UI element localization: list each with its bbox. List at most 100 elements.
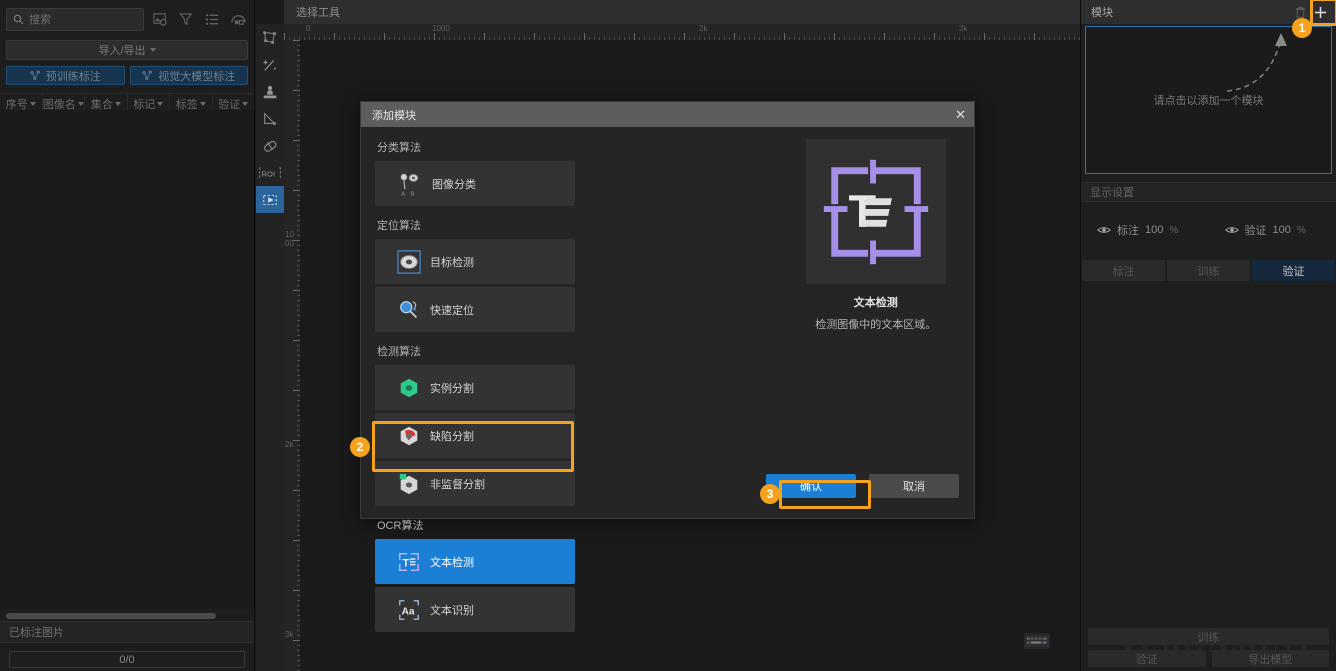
card-label: 缺陷分割 xyxy=(430,430,474,443)
bottom-actions: 训练 验证 导出模型 xyxy=(1081,628,1336,667)
add-module-button[interactable] xyxy=(1310,2,1330,22)
module-panel-title: 模块 xyxy=(1091,7,1113,19)
step-badge-1: 1 xyxy=(1292,18,1312,38)
chevron-down-icon xyxy=(242,102,249,106)
labeled-count-value: 0/0 xyxy=(119,653,135,666)
tab-annotate[interactable]: 标注 xyxy=(1082,260,1165,281)
node-graph-icon xyxy=(30,70,40,80)
fast-locate-card[interactable]: 快速定位 xyxy=(375,287,575,332)
module-empty-box[interactable]: 请点击以添加一个模块 xyxy=(1085,26,1332,174)
object-detection-icon xyxy=(397,249,421,274)
verify-opacity-unit: % xyxy=(1296,224,1306,236)
node-graph-icon xyxy=(142,70,153,80)
tab-train[interactable]: 训练 xyxy=(1167,260,1250,281)
annotation-buttons-row: 预训练标注 视觉大模型标注 xyxy=(0,60,254,85)
gallery-icon[interactable] xyxy=(228,9,248,29)
group-label-detection: 检测算法 xyxy=(377,346,421,358)
preview-description: 检测图像中的文本区域。 xyxy=(815,319,937,331)
search-input[interactable]: 搜索 xyxy=(6,7,144,31)
train-label: 训练 xyxy=(1197,631,1220,644)
search-icon xyxy=(13,14,24,24)
image-settings-icon[interactable] xyxy=(150,9,170,29)
ruler-label: 2k xyxy=(699,24,708,33)
chevron-down-icon xyxy=(114,102,121,106)
keyboard-icon[interactable] xyxy=(1024,633,1050,649)
unsupervised-segmentation-card[interactable]: 非监督分割 xyxy=(375,461,575,506)
display-settings-label: 显示设置 xyxy=(1090,187,1134,199)
image-list-panel: 搜索 导入/导出 预训练标注 视觉大模型标注 序号 图像名 集合 标记 标签 验… xyxy=(0,0,255,671)
tab-label: 训练 xyxy=(1197,265,1220,278)
import-export-dropdown[interactable]: 导入/导出 xyxy=(6,40,248,60)
close-icon[interactable]: ✕ xyxy=(955,107,966,123)
svg-text:ROI: ROI xyxy=(262,169,276,178)
group-label-classification: 分类算法 xyxy=(377,142,421,154)
tab-verify[interactable]: 验证 xyxy=(1252,260,1335,281)
list-icon[interactable] xyxy=(202,9,222,29)
step-badge-3: 3 xyxy=(760,484,780,504)
ruler-label: 1000 xyxy=(285,230,294,248)
curved-arrow-annotation xyxy=(1226,33,1287,92)
verify-opacity-value: 100 xyxy=(1272,224,1291,236)
labeled-count: 0/0 xyxy=(9,651,245,668)
drawing-toolbar: ROI xyxy=(256,24,284,671)
instance-segmentation-card[interactable]: 实例分割 xyxy=(375,365,575,410)
defect-segmentation-card[interactable]: 缺陷分割 xyxy=(375,413,575,458)
horizontal-scrollbar[interactable] xyxy=(6,613,248,619)
image-list-area[interactable] xyxy=(0,110,254,609)
annotate-opacity[interactable]: 标注 100 % xyxy=(1081,222,1209,238)
import-export-label: 导入/导出 xyxy=(98,45,146,57)
group-label-localization: 定位算法 xyxy=(377,220,421,232)
search-placeholder: 搜索 xyxy=(29,14,51,26)
magic-wand-tool[interactable] xyxy=(256,51,284,78)
annotate-opacity-unit: % xyxy=(1169,224,1179,236)
card-label: 非监督分割 xyxy=(430,478,485,491)
vlm-annotate-button[interactable]: 视觉大模型标注 xyxy=(129,66,248,85)
image-classification-card[interactable]: A B 图像分类 xyxy=(375,161,575,206)
text-recognition-card[interactable]: Aa 文本识别 xyxy=(375,587,575,632)
canvas-title-label: 选择工具 xyxy=(296,7,340,19)
labeled-images-label: 已标注图片 xyxy=(9,627,64,639)
unsupervised-segmentation-icon xyxy=(399,473,418,494)
export-model-button[interactable]: 导出模型 xyxy=(1211,650,1329,667)
stamp-tool[interactable] xyxy=(256,78,284,105)
scrollbar-thumb[interactable] xyxy=(6,613,216,619)
instance-segmentation-icon xyxy=(400,378,418,397)
roi-tool[interactable]: ROI xyxy=(256,159,284,186)
svg-text:T: T xyxy=(403,557,410,569)
text-detection-preview-icon: T xyxy=(823,159,928,264)
text-detection-card[interactable]: T 文本检测 xyxy=(375,539,575,584)
opacity-controls: 标注 100 % 验证 100 % xyxy=(1081,222,1336,238)
dialog-titlebar: 添加模块 ✕ xyxy=(361,102,974,127)
validate-label: 验证 xyxy=(1135,653,1158,666)
confirm-label: 确认 xyxy=(800,481,822,493)
pretrain-annotate-button[interactable]: 预训练标注 xyxy=(6,66,125,85)
horizontal-ruler: 0 1000 2k 3k xyxy=(284,24,1080,40)
card-label: 快速定位 xyxy=(430,304,474,317)
export-label: 导出模型 xyxy=(1248,653,1293,666)
eraser-corner-tool[interactable] xyxy=(256,105,284,132)
vlm-annotate-label: 视觉大模型标注 xyxy=(158,70,236,83)
search-row: 搜索 xyxy=(0,0,254,38)
filter-icon[interactable] xyxy=(176,9,196,29)
validate-button[interactable]: 验证 xyxy=(1088,650,1206,667)
card-label: 实例分割 xyxy=(430,382,474,395)
cancel-button[interactable]: 取消 xyxy=(869,474,959,498)
add-module-dialog: 添加模块 ✕ 分类算法 A B 图像分类 定位算法 目标检测 快速定位 检测算法… xyxy=(360,101,975,632)
card-label: 目标检测 xyxy=(430,256,474,269)
svg-text:Aa: Aa xyxy=(402,606,415,617)
step-badge-2: 2 xyxy=(350,437,370,457)
object-detection-card[interactable]: 目标检测 xyxy=(375,239,575,284)
chevron-down-icon xyxy=(157,102,164,106)
preview-title: 文本检测 xyxy=(853,297,898,309)
svg-text:A: A xyxy=(401,191,405,197)
pill-tool[interactable] xyxy=(256,132,284,159)
polygon-tool[interactable] xyxy=(256,24,284,51)
vertical-ruler: 1000 2k 3k xyxy=(284,40,300,671)
select-move-tool[interactable] xyxy=(256,186,284,213)
train-button[interactable]: 训练 xyxy=(1088,628,1329,645)
ruler-label: 2k xyxy=(285,440,294,449)
dialog-footer: 确认 取消 xyxy=(766,474,959,498)
annotate-opacity-value: 100 xyxy=(1145,224,1164,236)
verify-opacity[interactable]: 验证 100 % xyxy=(1209,222,1336,238)
ruler-label: 1000 xyxy=(432,24,450,33)
